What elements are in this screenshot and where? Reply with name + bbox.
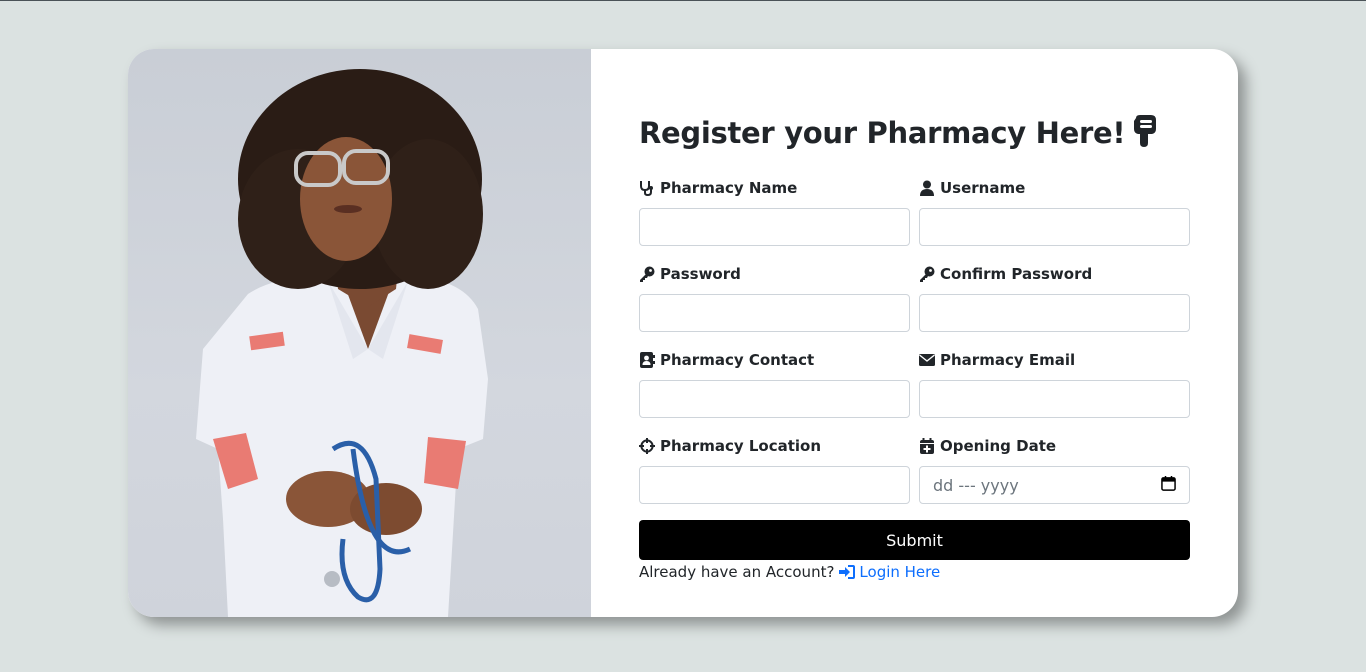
registration-form: Register your Pharmacy Here! Pharmacy Na… — [591, 49, 1238, 617]
login-prompt-line: Already have an Account? Login Here — [639, 563, 940, 581]
opening-date-label: Opening Date — [940, 437, 1057, 455]
pharmacy-location-group: Pharmacy Location — [639, 436, 910, 504]
stethoscope-icon — [639, 180, 655, 196]
username-group: Username — [919, 178, 1190, 246]
login-link-text: Login Here — [859, 563, 941, 581]
sign-in-icon — [839, 565, 856, 579]
pharmacy-name-label: Pharmacy Name — [660, 179, 798, 197]
submit-button[interactable]: Submit — [639, 520, 1190, 560]
pharmacy-location-input[interactable] — [639, 466, 910, 504]
pharmacy-contact-input[interactable] — [639, 380, 910, 418]
opening-date-group: Opening Date dd --- yyyy — [919, 436, 1190, 504]
pharmacy-contact-group: Pharmacy Contact — [639, 350, 910, 418]
envelope-icon — [919, 352, 935, 368]
confirm-password-label: Confirm Password — [940, 265, 1093, 283]
login-prompt-text: Already have an Account? — [639, 563, 835, 581]
password-label: Password — [660, 265, 741, 283]
pharmacy-name-group: Pharmacy Name — [639, 178, 910, 246]
pharmacy-email-group: Pharmacy Email — [919, 350, 1190, 418]
pharmacist-illustration — [196, 69, 488, 617]
hand-pointing-down-icon — [1131, 115, 1157, 154]
page-title-text: Register your Pharmacy Here! — [639, 116, 1126, 150]
pharmacy-email-label: Pharmacy Email — [940, 351, 1076, 369]
key-icon — [639, 266, 655, 282]
crosshairs-icon — [639, 438, 655, 454]
address-book-icon — [639, 352, 655, 368]
pharmacist-photo — [128, 49, 591, 617]
page-title: Register your Pharmacy Here! — [639, 115, 1157, 154]
opening-date-input[interactable]: dd --- yyyy — [919, 466, 1190, 504]
opening-date-placeholder: dd --- yyyy — [933, 475, 1019, 495]
pharmacy-name-input[interactable] — [639, 208, 910, 246]
calendar-picker-icon[interactable] — [1161, 475, 1176, 495]
password-input[interactable] — [639, 294, 910, 332]
username-input[interactable] — [919, 208, 1190, 246]
key-icon — [919, 266, 935, 282]
registration-card: Register your Pharmacy Here! Pharmacy Na… — [128, 49, 1238, 617]
pharmacy-contact-label: Pharmacy Contact — [660, 351, 815, 369]
confirm-password-input[interactable] — [919, 294, 1190, 332]
calendar-plus-icon — [919, 438, 935, 454]
password-group: Password — [639, 264, 910, 332]
user-icon — [919, 180, 935, 196]
confirm-password-group: Confirm Password — [919, 264, 1190, 332]
pharmacy-email-input[interactable] — [919, 380, 1190, 418]
login-link[interactable]: Login Here — [839, 563, 940, 581]
username-label: Username — [940, 179, 1026, 197]
pharmacy-location-label: Pharmacy Location — [660, 437, 822, 455]
